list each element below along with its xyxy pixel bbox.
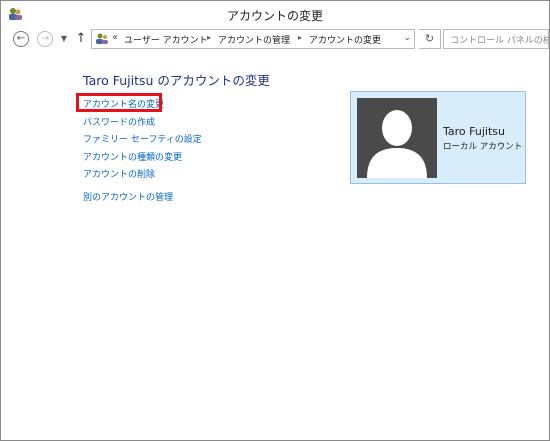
user-silhouette-icon	[357, 98, 437, 178]
title-bar[interactable]: アカウントの変更	[1, 1, 549, 27]
breadcrumb-change-account[interactable]: アカウントの変更	[309, 33, 381, 46]
window-title: アカウントの変更	[226, 9, 323, 23]
highlight-box	[76, 93, 162, 112]
address-bar[interactable]: « ユーザー アカウント ▸ アカウントの管理 ▸ アカウントの変更 ⌄	[91, 29, 415, 49]
link-change-account-type[interactable]: アカウントの種類の変更	[83, 150, 182, 163]
window: アカウントの変更 ← → ▼ ↑ « ユーザー アカウント ▸ アカウントの管理…	[0, 0, 550, 441]
breadcrumb-manage-accounts[interactable]: アカウントの管理	[218, 33, 290, 46]
link-manage-another-account[interactable]: 別のアカウントの管理	[83, 190, 173, 203]
recent-locations-chevron-icon[interactable]: ▼	[59, 32, 69, 46]
link-family-safety[interactable]: ファミリー セーフティの設定	[83, 132, 202, 145]
user-name: Taro Fujitsu	[443, 125, 505, 138]
hidden-path-chevron-icon[interactable]: «	[112, 32, 118, 43]
refresh-icon[interactable]: ↻	[419, 29, 441, 49]
forward-button[interactable]: →	[37, 31, 53, 47]
up-arrow-icon[interactable]: ↑	[75, 30, 87, 48]
search-placeholder: コントロール パネルの検索	[450, 36, 548, 46]
breadcrumb-separator-icon[interactable]: ▸	[207, 33, 211, 42]
address-dropdown-chevron-icon[interactable]: ⌄	[403, 33, 411, 43]
avatar	[357, 98, 437, 178]
account-type: ローカル アカウント	[443, 142, 523, 152]
back-button[interactable]: ←	[13, 31, 29, 47]
search-input[interactable]: コントロール パネルの検索	[443, 29, 549, 49]
control-panel-icon	[96, 33, 108, 44]
link-create-password[interactable]: パスワードの作成	[83, 115, 155, 128]
page-title: Taro Fujitsu のアカウントの変更	[83, 73, 270, 88]
navigation-bar: ← → ▼ ↑ « ユーザー アカウント ▸ アカウントの管理 ▸ アカウントの…	[1, 28, 549, 52]
breadcrumb-user-accounts[interactable]: ユーザー アカウント	[124, 33, 208, 46]
breadcrumb-separator-icon[interactable]: ▸	[298, 33, 302, 42]
link-delete-account[interactable]: アカウントの削除	[83, 167, 155, 180]
